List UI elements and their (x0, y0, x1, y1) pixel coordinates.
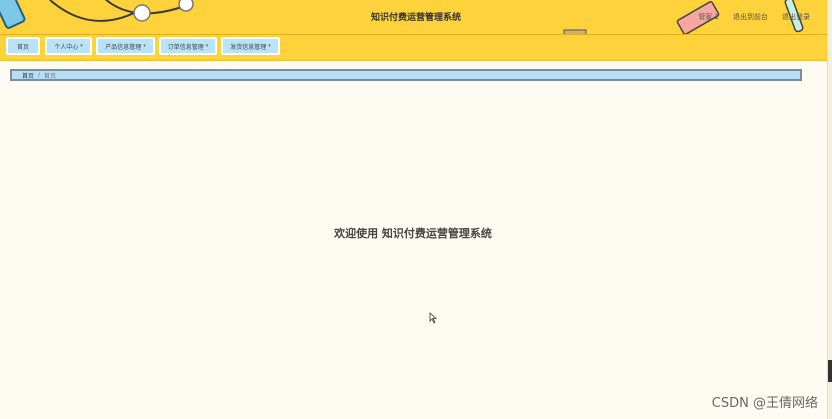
box-illustration-icon (563, 29, 587, 34)
breadcrumb: 首页 / 首页 (10, 69, 802, 81)
app-window: 知识付费运营管理系统 管家 1 退出到前台 退出登录 首页 个人中心 ▾ 产品信… (0, 0, 832, 419)
chevron-down-icon: ▾ (268, 43, 271, 49)
nav-item-shipping-management[interactable]: 发货信息管理 ▾ (221, 37, 280, 55)
breadcrumb-separator: / (38, 71, 41, 79)
welcome-message: 欢迎使用 知识付费运营管理系统 (334, 227, 492, 240)
main-nav: 首页 个人中心 ▾ 产品信息管理 ▾ 订单信息管理 ▾ 发货信息管理 ▾ (0, 35, 832, 61)
nav-item-personal-center[interactable]: 个人中心 ▾ (45, 37, 92, 55)
breadcrumb-home[interactable]: 首页 (22, 71, 34, 80)
nav-item-label: 订单信息管理 (167, 43, 204, 51)
nav-item-label: 首页 (16, 43, 29, 51)
chevron-down-icon: ▾ (80, 43, 83, 49)
csdn-watermark: CSDN @王倩网络 (711, 396, 818, 411)
mouse-cursor-icon (429, 312, 437, 324)
nav-item-product-management[interactable]: 产品信息管理 ▾ (96, 37, 155, 55)
logout-link[interactable]: 退出登录 (782, 12, 810, 22)
nav-item-label: 产品信息管理 (105, 43, 142, 51)
back-to-front-link[interactable]: 退出到前台 (733, 12, 768, 22)
breadcrumb-current: 首页 (44, 72, 57, 80)
nav-item-home[interactable]: 首页 (6, 37, 40, 55)
chevron-down-icon: ▾ (143, 43, 146, 49)
nav-item-label: 发货信息管理 (230, 43, 267, 51)
top-header: 知识付费运营管理系统 管家 1 退出到前台 退出登录 (0, 0, 832, 35)
window-edge (827, 0, 832, 419)
chevron-down-icon: ▾ (205, 43, 209, 49)
nav-item-order-management[interactable]: 订单信息管理 ▾ (159, 37, 217, 55)
scroll-marker (828, 360, 832, 382)
header-links: 管家 1 退出到前台 退出登录 (698, 12, 810, 22)
current-user: 管家 1 (698, 13, 719, 21)
nav-item-label: 个人中心 (54, 43, 79, 51)
